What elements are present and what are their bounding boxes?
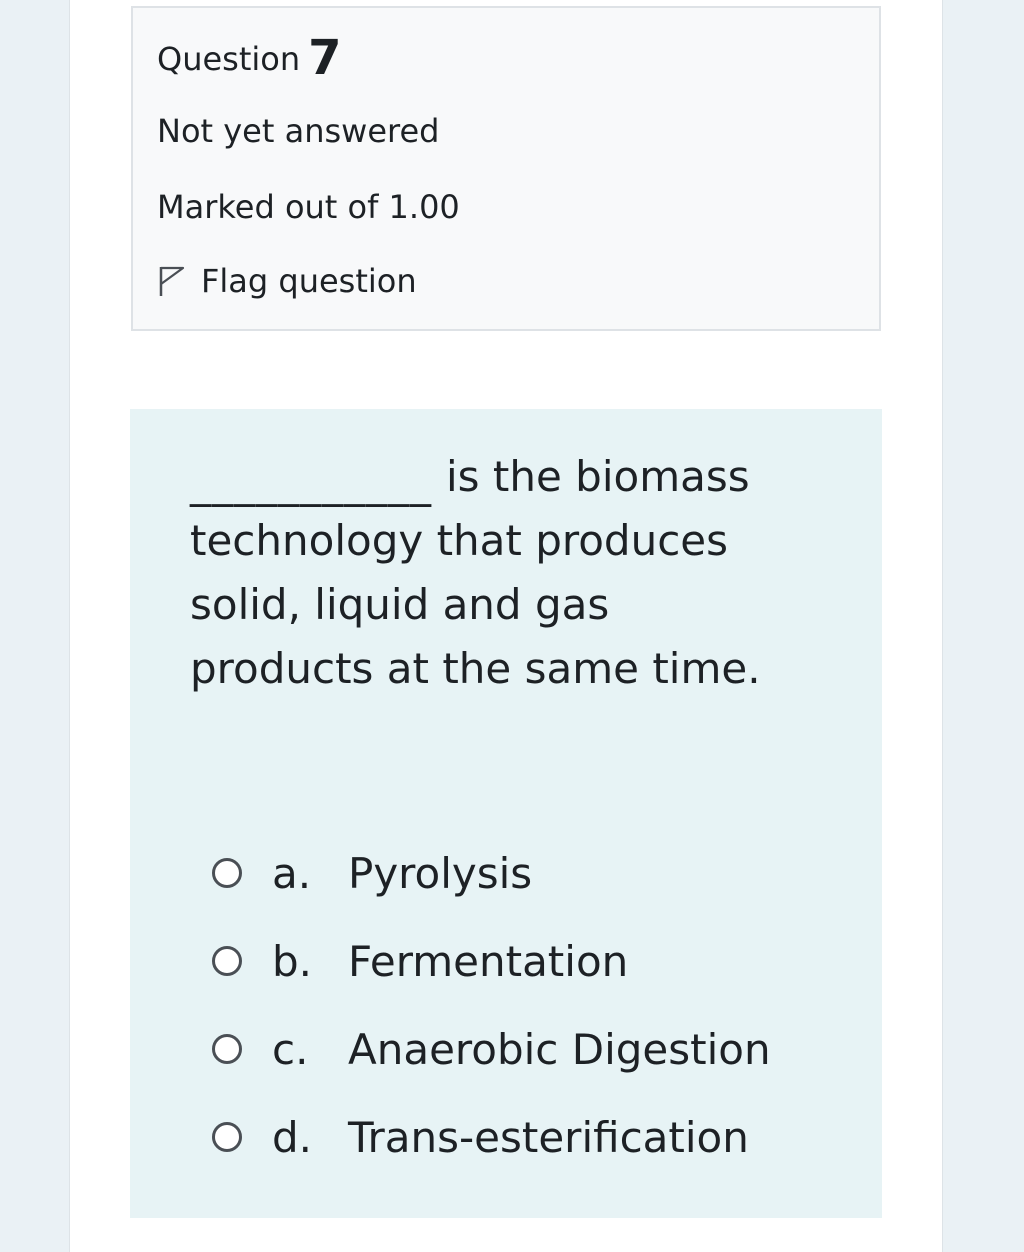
left-page-margin: [0, 0, 70, 1252]
answer-text-d: Trans-esterification: [348, 1112, 749, 1162]
question-number: 7: [308, 30, 342, 86]
question-text: ___________ is the biomass technology tha…: [190, 445, 790, 701]
question-heading: Question 7: [157, 26, 342, 86]
question-grade: Marked out of 1.00: [157, 188, 460, 226]
radio-button-b[interactable]: [212, 946, 242, 976]
question-info-panel: Question 7 Not yet answered Marked out of…: [131, 6, 881, 331]
radio-button-c[interactable]: [212, 1034, 242, 1064]
answer-blank: ___________: [190, 458, 432, 507]
question-label: Question: [157, 40, 301, 78]
answer-text-b: Fermentation: [348, 936, 629, 986]
radio-button-d[interactable]: [212, 1122, 242, 1152]
answer-text-a: Pyrolysis: [348, 848, 533, 898]
radio-button-a[interactable]: [212, 858, 242, 888]
answer-options: a. Pyrolysis b. Fermentation c. Anaerobi…: [212, 829, 771, 1181]
flag-question-label: Flag question: [201, 262, 417, 300]
answer-option-a[interactable]: a. Pyrolysis: [212, 829, 771, 917]
answer-option-c[interactable]: c. Anaerobic Digestion: [212, 1005, 771, 1093]
answer-letter-d: d.: [272, 1112, 313, 1162]
answer-text-c: Anaerobic Digestion: [348, 1024, 771, 1074]
answer-option-d[interactable]: d. Trans-esterification: [212, 1093, 771, 1181]
answer-option-b[interactable]: b. Fermentation: [212, 917, 771, 1005]
right-page-margin: [942, 0, 1024, 1252]
answer-letter-a: a.: [272, 848, 312, 898]
answer-letter-c: c.: [272, 1024, 309, 1074]
answer-letter-b: b.: [272, 936, 313, 986]
question-state: Not yet answered: [157, 112, 440, 150]
flag-question-link[interactable]: Flag question: [157, 262, 417, 300]
flag-outline-icon: [157, 264, 187, 298]
question-formulation: ___________ is the biomass technology tha…: [130, 409, 882, 1218]
